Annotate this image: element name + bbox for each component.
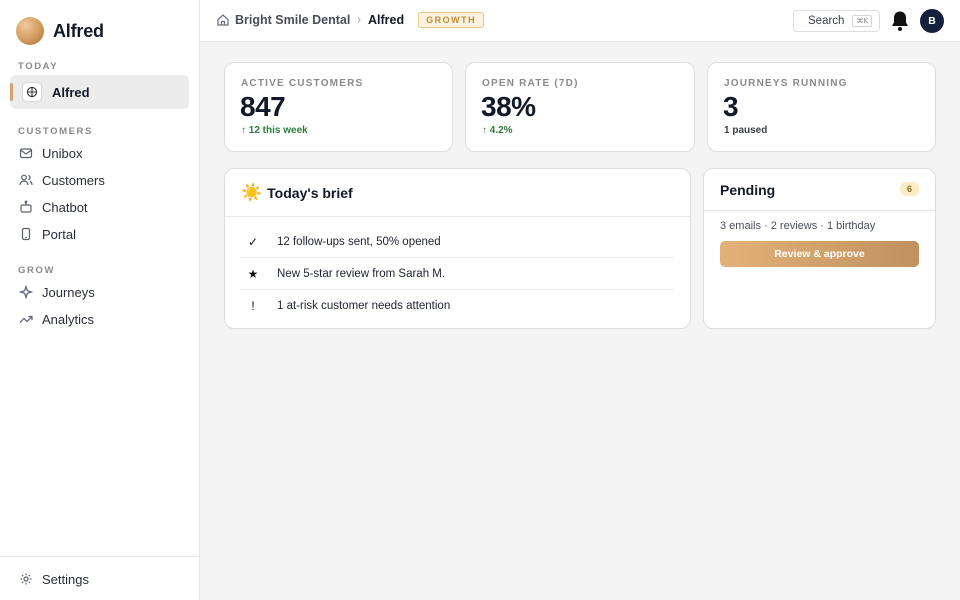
stat-card-active-customers: ACTIVE CUSTOMERS 847 ↑ 12 this week: [224, 62, 453, 152]
tier-badge: GROWTH: [418, 12, 485, 28]
sun-icon: ☀️: [241, 182, 263, 202]
pending-card: Pending 6 3 emails · 2 reviews · 1 birth…: [703, 168, 936, 329]
sidebar-item-portal[interactable]: Portal: [10, 221, 189, 247]
stat-label: JOURNEYS RUNNING: [724, 78, 848, 89]
brief-item-text: 12 follow-ups sent, 50% opened: [277, 235, 441, 248]
section-label-grow: GROW: [18, 265, 56, 276]
sidebar-item-settings[interactable]: Settings: [10, 566, 189, 592]
top-bar: Bright Smile Dental › Alfred GROWTH Sear…: [200, 0, 960, 42]
phone-icon: [18, 226, 34, 242]
brief-title: Today's brief: [267, 184, 353, 201]
sidebar-item-label: Customers: [42, 172, 105, 188]
list-item[interactable]: ✓ 12 follow-ups sent, 50% opened: [241, 226, 674, 258]
alert-icon: !: [251, 299, 255, 313]
search-button[interactable]: Search ⌘K: [793, 10, 880, 32]
stat-value: 38%: [481, 91, 536, 122]
list-item[interactable]: ! 1 at-risk customer needs attention: [241, 290, 674, 322]
section-label-customers: CUSTOMERS: [18, 126, 93, 137]
star-icon: ★: [247, 266, 259, 281]
sidebar-item-label: Journeys: [42, 284, 95, 300]
check-icon: ✓: [247, 234, 259, 249]
list-item[interactable]: ★ New 5-star review from Sarah M.: [241, 258, 674, 290]
sidebar-item-chatbot[interactable]: Chatbot: [10, 194, 189, 220]
sidebar-item-label: Chatbot: [42, 199, 88, 215]
sidebar-item-unibox[interactable]: Unibox: [10, 140, 189, 166]
sparkle-icon: [18, 284, 34, 300]
bot-icon: [18, 199, 34, 215]
breadcrumb: Bright Smile Dental › Alfred GROWTH: [216, 12, 485, 28]
trend-icon: [18, 311, 34, 327]
sidebar-item-label: Settings: [42, 571, 89, 587]
users-icon: [18, 172, 34, 188]
search-shortcut: ⌘K: [852, 15, 873, 27]
avatar[interactable]: B: [920, 9, 944, 33]
sidebar-item-label: Unibox: [42, 145, 83, 161]
stat-card-journeys-running: JOURNEYS RUNNING 3 1 paused: [707, 62, 936, 152]
breadcrumb-current: Alfred: [367, 13, 405, 27]
gear-icon: [18, 571, 34, 587]
sidebar-item-alfred[interactable]: Alfred: [10, 75, 189, 109]
sidebar: Alfred TODAY Alfred CUSTOMERS Unibox Cus…: [0, 0, 200, 600]
search-label: Search: [808, 15, 845, 27]
sidebar-item-label: Analytics: [42, 311, 95, 327]
stat-delta: ↑ 12 this week: [241, 125, 308, 136]
inbox-icon: [18, 145, 34, 161]
brief-item-text: New 5-star review from Sarah M.: [277, 267, 446, 280]
stat-card-open-rate: OPEN RATE (7D) 38% ↑ 4.2%: [465, 62, 695, 152]
bell-icon[interactable]: [889, 9, 911, 33]
sidebar-item-journeys[interactable]: Journeys: [10, 279, 189, 305]
stat-delta: ↑ 4.2%: [482, 125, 513, 136]
gift-icon: [22, 82, 42, 102]
pending-header: Pending 6: [704, 169, 935, 211]
brief-header: ☀️ Today's brief: [225, 169, 690, 217]
sidebar-item-analytics[interactable]: Analytics: [10, 306, 189, 332]
stat-value: 3: [723, 91, 739, 122]
stat-delta: 1 paused: [724, 125, 768, 136]
breadcrumb-separator: ›: [357, 14, 361, 26]
sidebar-footer: Settings: [0, 556, 199, 600]
home-icon[interactable]: [216, 13, 230, 27]
sidebar-item-customers[interactable]: Customers: [10, 167, 189, 193]
stat-label: OPEN RATE (7D): [482, 78, 579, 89]
section-label-today: TODAY: [18, 61, 59, 72]
stat-label: ACTIVE CUSTOMERS: [241, 78, 364, 89]
pending-title: Pending: [720, 181, 776, 198]
pending-count-badge: 6: [899, 182, 919, 196]
sidebar-item-label: Portal: [42, 226, 76, 242]
brand-logo-icon: [16, 17, 44, 45]
brief-card: ☀️ Today's brief ✓ 12 follow-ups sent, 5…: [224, 168, 691, 329]
breadcrumb-org[interactable]: Bright Smile Dental: [235, 13, 350, 27]
brief-item-text: 1 at-risk customer needs attention: [277, 300, 451, 312]
pending-summary: 3 emails · 2 reviews · 1 birthday: [720, 220, 876, 232]
brand[interactable]: Alfred: [16, 17, 104, 45]
review-approve-button[interactable]: Review & approve: [720, 241, 919, 267]
brand-name: Alfred: [53, 20, 104, 41]
sidebar-item-label: Alfred: [52, 84, 90, 100]
stat-value: 847: [240, 91, 286, 122]
